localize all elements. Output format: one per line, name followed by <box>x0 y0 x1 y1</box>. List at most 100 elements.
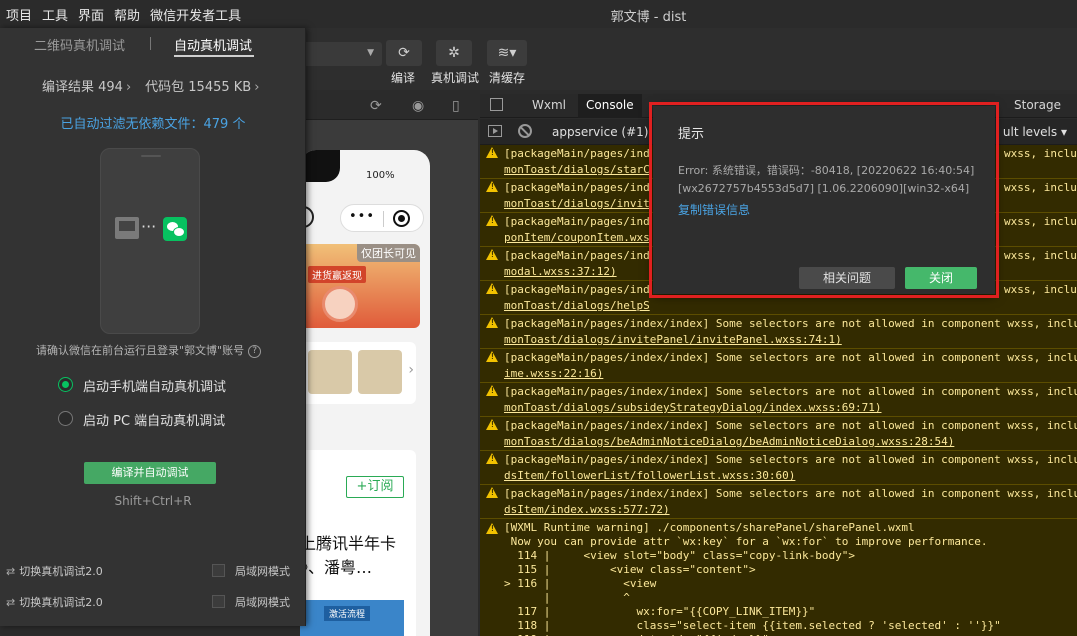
log-source-link[interactable]: monToast/dialogs/invitePanel/invitePanel… <box>504 333 842 346</box>
warning-line: 115 | <view class="content"> <box>504 563 756 576</box>
tab-storage[interactable]: Storage <box>1014 98 1061 112</box>
warning-icon <box>486 385 498 396</box>
product-thumbnails: › <box>300 342 416 404</box>
warning-icon <box>486 317 498 328</box>
warning-icon <box>486 453 498 464</box>
clear-console-icon[interactable] <box>518 124 532 138</box>
log-source-link[interactable]: monToast/dialogs/beAdminNoticeDialog/beA… <box>504 435 954 448</box>
story-title-1[interactable]: 上腾讯半年卡 <box>300 530 396 554</box>
log-source-link[interactable]: ime.wxss:22:16) <box>504 367 603 380</box>
chevron-down-icon: ▼ <box>367 48 374 58</box>
more-icon[interactable]: ••• <box>349 209 375 224</box>
compile-mode-select[interactable]: ▼ <box>300 42 382 66</box>
log-entry[interactable]: [packageMain/pages/index/index] Some sel… <box>480 451 1077 485</box>
log-entry[interactable]: [packageMain/pages/index/index] Some sel… <box>480 417 1077 451</box>
context-selector[interactable]: appservice (#1) <box>552 125 648 139</box>
product-thumb[interactable] <box>358 350 402 394</box>
story-title-2[interactable]: 》、潘粤… <box>300 554 372 578</box>
refresh-icon: ⟳ <box>398 45 410 61</box>
log-message: [packageMain/pages/ind <box>504 283 650 296</box>
log-entry[interactable]: [packageMain/pages/index/index] Some sel… <box>480 485 1077 519</box>
warning-line: [WXML Runtime warning] ./components/shar… <box>504 521 915 534</box>
lan-mode-checkbox[interactable] <box>212 564 225 577</box>
inspect-icon[interactable] <box>490 98 503 111</box>
log-fragment: wxss, inclu <box>1004 181 1077 194</box>
tab-qr-debug[interactable]: 二维码真机调试 <box>34 35 125 54</box>
log-message: [packageMain/pages/index/index] Some sel… <box>504 385 1077 398</box>
log-source-link[interactable]: monToast/dialogs/starC <box>504 163 650 176</box>
close-target-icon[interactable] <box>393 210 410 227</box>
filtered-files-notice[interactable]: 已自动过滤无依赖文件：479 个 <box>0 113 306 132</box>
layers-icon: ≋▾ <box>497 45 517 61</box>
radio-unselected[interactable] <box>58 411 73 426</box>
switch-debug-2-link[interactable]: 切换真机调试2.0 <box>19 596 103 609</box>
log-entry[interactable]: [packageMain/pages/index/index] Some sel… <box>480 315 1077 349</box>
lan-mode-checkbox[interactable] <box>212 595 225 608</box>
log-entry[interactable]: [packageMain/pages/index/index] Some sel… <box>480 349 1077 383</box>
compile-result-link[interactable]: 编译结果 494 › <box>42 76 131 95</box>
compile-button[interactable]: ⟳ <box>386 40 422 66</box>
log-source-link[interactable]: monToast/dialogs/subsideyStrategyDialog/… <box>504 401 882 414</box>
log-source-link[interactable]: dsItem/followerList/followerList.wxss:30… <box>504 469 795 482</box>
warning-icon <box>486 487 498 498</box>
log-source-link[interactable]: monToast/dialogs/invit <box>504 197 650 210</box>
warning-line: 118 | class="select-item {{item.selected… <box>504 619 1001 632</box>
log-message: [packageMain/pages/index/index] Some sel… <box>504 317 1077 330</box>
subscribe-button[interactable]: +订阅 <box>346 476 404 498</box>
swap-icon[interactable]: ⇄ <box>6 565 15 578</box>
warning-icon <box>486 215 498 226</box>
log-fragment: wxss, inclu <box>1004 215 1077 228</box>
log-fragment: wxss, inclu <box>1004 283 1077 296</box>
product-thumb[interactable] <box>308 350 352 394</box>
tab-console[interactable]: Console <box>578 94 642 118</box>
log-source-link[interactable]: monToast/dialogs/helpS <box>504 299 650 312</box>
log-source-link[interactable]: modal.wxss:37:12) <box>504 265 617 278</box>
wechat-icon <box>163 217 187 241</box>
chevron-right-icon: › <box>254 80 260 95</box>
log-source-link[interactable]: dsItem/index.wxss:577:72) <box>504 503 670 516</box>
log-fragment: wxss, inclu <box>1004 249 1077 262</box>
real-debug-button[interactable]: ✲ <box>436 40 472 66</box>
log-message: [packageMain/pages/index/index] Some sel… <box>504 453 1077 466</box>
log-message: [packageMain/pages/ind <box>504 249 650 262</box>
radio-selected[interactable] <box>58 377 73 392</box>
warning-icon <box>486 147 498 158</box>
log-levels-select[interactable]: ult levels ▾ <box>1003 125 1067 139</box>
option-pc-auto-debug[interactable]: 启动 PC 端自动真机调试 <box>58 410 225 429</box>
warning-icon <box>486 181 498 192</box>
activation-banner[interactable]: 激活流程 <box>300 600 404 636</box>
warning-icon <box>486 351 498 362</box>
battery-indicator: 100% <box>366 170 395 181</box>
option-phone-auto-debug[interactable]: 启动手机端自动真机调试 <box>58 376 226 395</box>
code-package-link[interactable]: 代码包 15455 KB › <box>145 76 259 95</box>
warning-line: | ^ <box>504 591 630 604</box>
tab-auto-debug[interactable]: 自动真机调试 <box>174 35 252 54</box>
lan-mode-label: 局域网模式 <box>235 596 290 609</box>
help-icon[interactable]: ? <box>248 344 262 358</box>
log-entry[interactable]: [packageMain/pages/index/index] Some sel… <box>480 383 1077 417</box>
pc-icon <box>115 217 139 239</box>
phone-icon[interactable]: ▯ <box>452 98 460 114</box>
tab-wxml[interactable]: Wxml <box>532 98 566 112</box>
promo-banner[interactable]: 仅团长可见 进货赢返现 <box>300 244 420 328</box>
warning-line: 117 | wx:for="{{COPY_LINK_ITEM}}" <box>504 605 816 618</box>
phone-illustration: ··· <box>100 148 200 334</box>
clear-cache-label: 清缓存 <box>489 71 526 85</box>
owner-only-tag: 仅团长可见 <box>357 244 420 262</box>
wxml-runtime-warning: [WXML Runtime warning] ./components/shar… <box>480 519 1077 636</box>
warning-line: > 116 | <view <box>504 577 657 590</box>
rotate-icon[interactable]: ⟳ <box>370 98 382 114</box>
swap-icon[interactable]: ⇄ <box>6 596 15 609</box>
chevron-right-icon[interactable]: › <box>408 362 414 378</box>
log-source-link[interactable]: ponItem/couponItem.wxs <box>504 231 650 244</box>
chevron-right-icon: › <box>125 80 132 95</box>
sidebar-toggle-icon[interactable] <box>488 125 502 137</box>
window-title: 郭文博 - dist <box>610 10 687 25</box>
highlight-frame <box>649 102 999 298</box>
miniprogram-capsule[interactable]: ••• <box>340 204 424 232</box>
clear-cache-button[interactable]: ≋▾ <box>487 40 527 66</box>
record-icon[interactable]: ◉ <box>412 98 424 114</box>
switch-debug-2-link[interactable]: 切换真机调试2.0 <box>19 565 103 578</box>
log-message: [packageMain/pages/index/index] Some sel… <box>504 351 1077 364</box>
compile-auto-debug-button[interactable]: 编译并自动调试 <box>84 462 216 484</box>
